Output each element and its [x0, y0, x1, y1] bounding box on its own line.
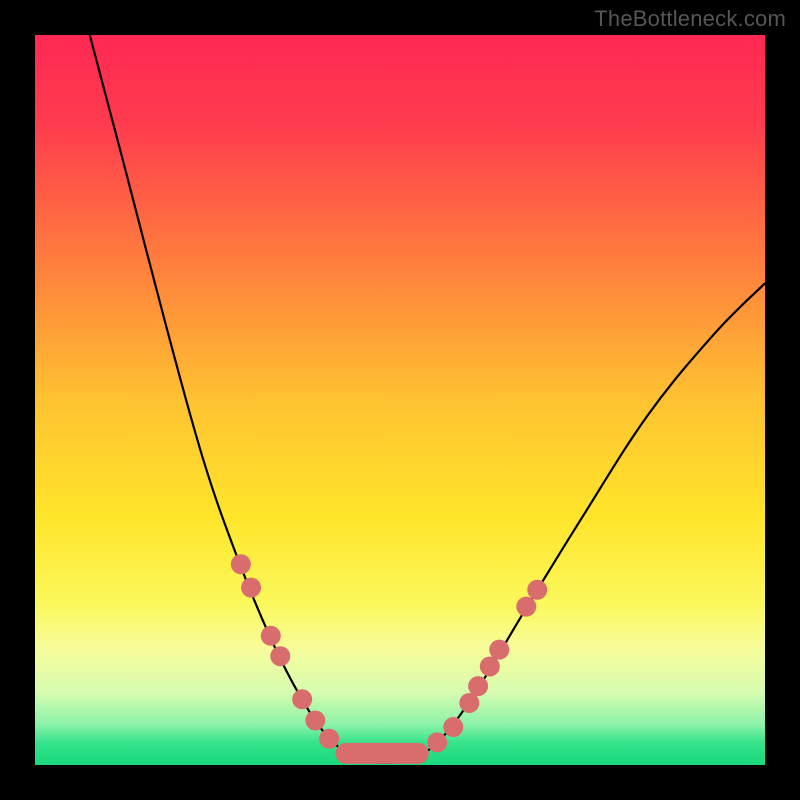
- right-markers-point: [427, 732, 447, 752]
- left-markers-point: [270, 646, 290, 666]
- right-markers-point: [480, 656, 500, 676]
- right-markers-point: [527, 580, 547, 600]
- right-markers-point: [468, 676, 488, 696]
- left-markers-point: [319, 729, 339, 749]
- left-markers-point: [261, 626, 281, 646]
- right-markers-point: [489, 640, 509, 660]
- left-markers-point: [241, 578, 261, 598]
- right-markers-point: [443, 717, 463, 737]
- plot-background: [35, 35, 765, 765]
- right-markers-point: [516, 597, 536, 617]
- watermark-text: TheBottleneck.com: [594, 6, 786, 32]
- bottleneck-chart: [0, 0, 800, 800]
- left-markers-point: [292, 689, 312, 709]
- left-markers-point: [231, 554, 251, 574]
- left-markers-point: [305, 710, 325, 730]
- chart-frame: TheBottleneck.com: [0, 0, 800, 800]
